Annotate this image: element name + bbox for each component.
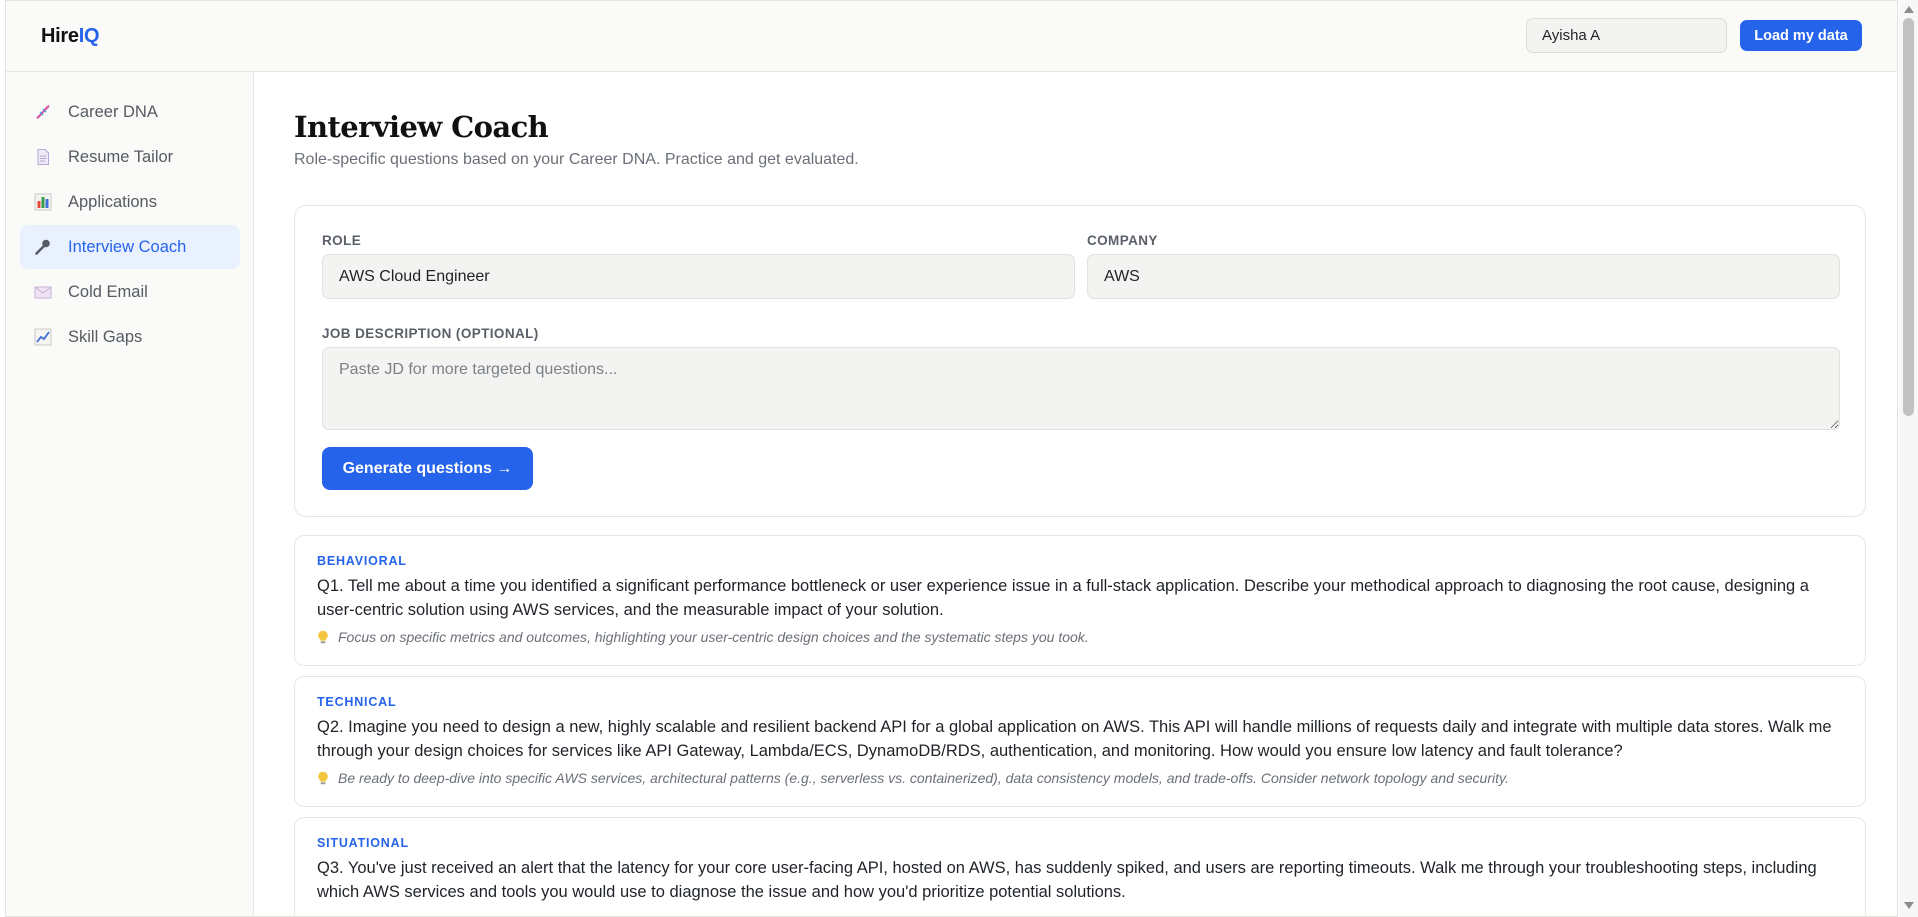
question-card: SITUATIONAL Q3. You've just received an … <box>294 817 1866 916</box>
question-card: TECHNICAL Q2. Imagine you need to design… <box>294 676 1866 807</box>
company-input[interactable] <box>1087 254 1840 299</box>
scroll-down-arrow-icon[interactable] <box>1904 902 1914 909</box>
sidebar-item-label: Applications <box>68 192 157 211</box>
question-tip-text: Focus on specific metrics and outcomes, … <box>338 629 1089 645</box>
sidebar: Career DNA Resume Tailor Applications In… <box>6 72 254 916</box>
generate-questions-button[interactable]: Generate questions → <box>322 447 533 490</box>
sidebar-item-skill-gaps[interactable]: Skill Gaps <box>20 315 240 359</box>
sidebar-item-applications[interactable]: Applications <box>20 180 240 224</box>
top-header: HireIQ Load my data <box>6 1 1897 72</box>
question-category: TECHNICAL <box>317 695 397 709</box>
question-tip-text: Be ready to deep-dive into specific AWS … <box>338 770 1509 786</box>
load-my-data-button[interactable]: Load my data <box>1740 20 1862 51</box>
sidebar-item-label: Skill Gaps <box>68 327 143 346</box>
sidebar-item-label: Career DNA <box>68 102 158 121</box>
question-form-card: ROLE COMPANY JOB DESCRIPTION (OPTIONAL) … <box>294 205 1866 517</box>
sidebar-item-resume-tailor[interactable]: Resume Tailor <box>20 135 240 179</box>
sidebar-item-interview-coach[interactable]: Interview Coach <box>20 225 240 269</box>
scrollbar-thumb[interactable] <box>1903 18 1914 416</box>
role-label: ROLE <box>322 233 362 248</box>
page-subtitle: Role-specific questions based on your Ca… <box>294 151 859 168</box>
envelope-icon <box>34 283 52 301</box>
question-text: Q2. Imagine you need to design a new, hi… <box>317 718 1832 760</box>
lightbulb-icon <box>317 771 329 785</box>
job-description-textarea[interactable] <box>322 347 1840 430</box>
question-text: Q3. You've just received an alert that t… <box>317 859 1817 901</box>
page-title: Interview Coach <box>294 110 549 144</box>
sidebar-item-cold-email[interactable]: Cold Email <box>20 270 240 314</box>
question-category: BEHAVIORAL <box>317 554 407 568</box>
user-name-input[interactable] <box>1526 18 1727 53</box>
bar-chart-icon <box>34 193 52 211</box>
sidebar-item-label: Interview Coach <box>68 237 187 256</box>
question-card: BEHAVIORAL Q1. Tell me about a time you … <box>294 535 1866 666</box>
line-chart-icon <box>34 328 52 346</box>
microphone-icon <box>34 238 52 256</box>
sidebar-item-label: Cold Email <box>68 282 148 301</box>
logo[interactable]: HireIQ <box>41 25 100 48</box>
role-input[interactable] <box>322 254 1075 299</box>
sidebar-item-career-dna[interactable]: Career DNA <box>20 90 240 134</box>
sidebar-item-label: Resume Tailor <box>68 147 174 166</box>
app-window: HireIQ Load my data Career DNA Resume Ta… <box>5 0 1898 917</box>
company-label: COMPANY <box>1087 233 1158 248</box>
lightbulb-icon <box>317 630 329 644</box>
job-description-label: JOB DESCRIPTION (OPTIONAL) <box>322 326 539 341</box>
question-text: Q1. Tell me about a time you identified … <box>317 577 1809 619</box>
question-category: SITUATIONAL <box>317 836 409 850</box>
question-tip: Focus on specific metrics and outcomes, … <box>317 629 1847 645</box>
main-content: Interview Coach Role-specific questions … <box>254 72 1897 916</box>
question-tip: Be ready to deep-dive into specific AWS … <box>317 770 1847 786</box>
dna-icon <box>34 103 52 121</box>
document-icon <box>34 148 52 166</box>
page-scrollbar[interactable] <box>1899 0 1918 917</box>
scroll-up-arrow-icon[interactable] <box>1904 6 1914 13</box>
